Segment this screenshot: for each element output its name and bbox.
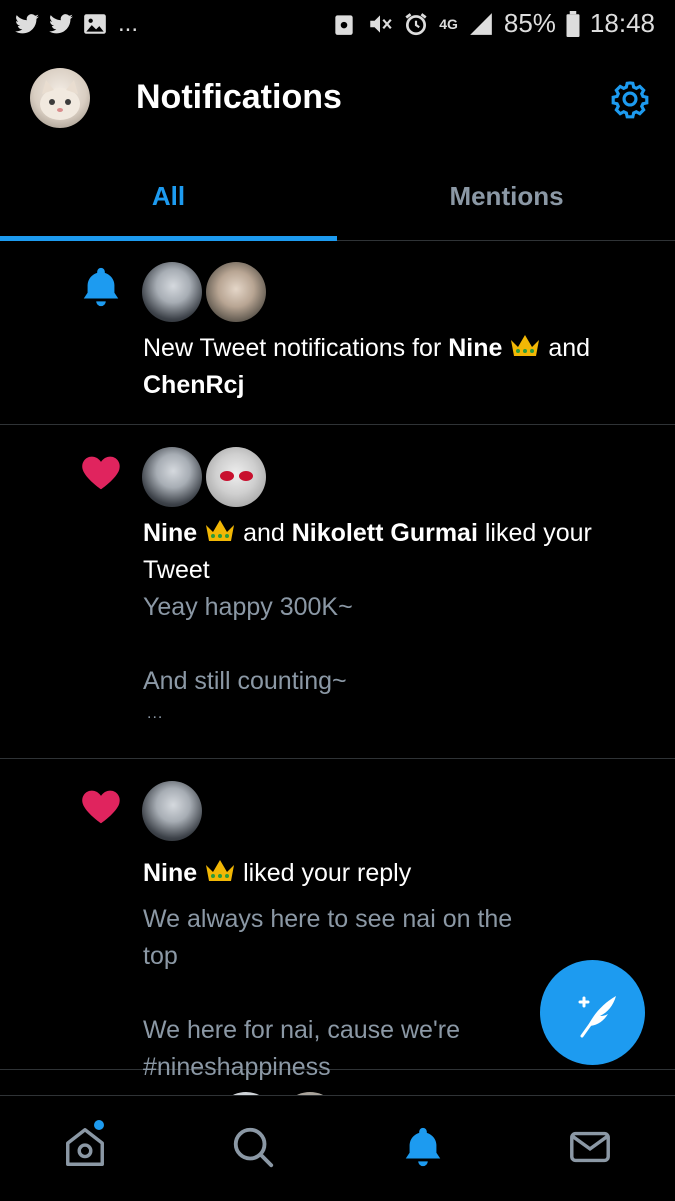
tab-all-label: All (151, 180, 186, 211)
user-name-link[interactable]: Nine (143, 859, 197, 887)
user-name-link[interactable]: Nine (448, 334, 502, 362)
avatar[interactable] (206, 262, 266, 322)
settings-gear-icon[interactable] (609, 78, 651, 120)
tweet-preview: Yeay happy 300K~ And still counting~ (143, 593, 353, 695)
new-content-dot (94, 1120, 104, 1130)
search-icon[interactable] (230, 1124, 276, 1170)
heart-icon (82, 456, 120, 490)
notification-text: Nine liked your reply (143, 859, 412, 887)
avatar[interactable] (206, 447, 266, 507)
twitter-bird-icon (15, 14, 39, 34)
profile-avatar[interactable] (30, 68, 90, 128)
tab-mentions-label: Mentions (449, 180, 564, 211)
compose-tweet-button[interactable] (540, 960, 645, 1065)
notifications-bell-icon[interactable] (400, 1124, 446, 1170)
crown-emoji-icon (511, 335, 540, 356)
app-header: Notifications (0, 48, 675, 152)
bell-icon (83, 267, 119, 307)
crown-emoji-icon (206, 860, 235, 881)
avatar-group (142, 781, 202, 841)
notification-text: New Tweet notifications for Nine and Che… (143, 334, 591, 399)
avatar-group (142, 262, 266, 322)
clock: 18:48 (589, 8, 655, 38)
battery-icon (566, 10, 580, 37)
signal-icon (470, 12, 492, 35)
twitter-bird-icon (49, 14, 73, 34)
notification-item[interactable]: Nine and Nikolett Gurmai liked your Twee… (0, 425, 675, 759)
image-icon (84, 14, 106, 34)
bottom-navigation (0, 1095, 675, 1201)
mute-icon (370, 14, 392, 33)
alarm-icon (405, 12, 427, 35)
avatar-group (142, 447, 266, 507)
messages-envelope-icon[interactable] (567, 1124, 613, 1170)
user-name-link[interactable]: Nine (143, 519, 197, 547)
network-type-label: 4G (439, 15, 458, 32)
user-name-link[interactable]: ChenRcj (143, 371, 244, 399)
lock-notification-icon (335, 14, 353, 35)
battery-percent: 85% (503, 8, 556, 38)
avatar[interactable] (142, 781, 202, 841)
cat-avatar-image (40, 80, 80, 120)
tab-mentions[interactable]: Mentions (338, 152, 675, 240)
tab-all[interactable]: All (0, 152, 337, 240)
page-title: Notifications (136, 78, 342, 116)
reply-preview: We always here to see nai on the top We … (143, 905, 513, 1081)
avatar[interactable] (142, 447, 202, 507)
user-name-link[interactable]: Nikolett Gurmai (292, 519, 478, 547)
compose-feather-icon (578, 996, 616, 1038)
notification-item-partial (0, 1070, 675, 1095)
heart-icon (82, 790, 120, 824)
notification-text: Nine and Nikolett Gurmai liked your Twee… (143, 519, 592, 584)
notification-item[interactable]: New Tweet notifications for Nine and Che… (0, 240, 675, 425)
avatar[interactable] (142, 262, 202, 322)
home-icon[interactable] (62, 1124, 108, 1170)
truncation-ellipsis: ... (147, 705, 164, 722)
status-bar: ... 4G 85% 18:48 (0, 0, 675, 48)
more-notifications-indicator: ... (118, 10, 139, 37)
crown-emoji-icon (206, 520, 235, 541)
notification-tabs: All Mentions (0, 152, 675, 241)
